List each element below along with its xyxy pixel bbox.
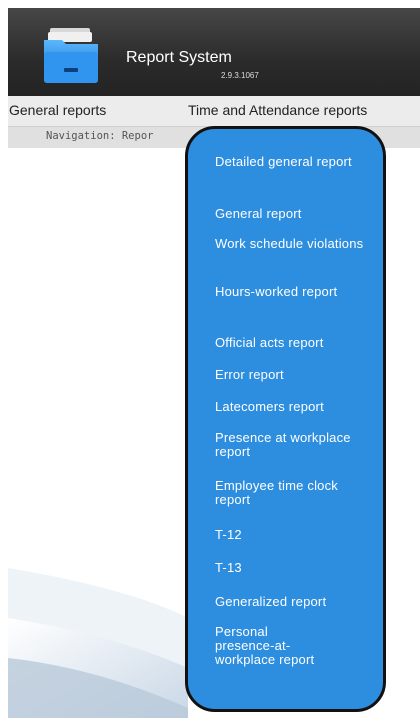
menu-option-t-12[interactable]: T-12 xyxy=(215,528,375,542)
menu-option-detailed-general-report[interactable]: Detailed general report xyxy=(215,155,375,169)
menu-option-personal-presence-at-workplace-report[interactable]: Personal presence-at-workplace report xyxy=(215,625,315,667)
app-header: Report System 2.9.3.1067 xyxy=(8,8,420,96)
menu-item-time-attendance-reports[interactable]: Time and Attendance reports xyxy=(188,102,367,118)
app-version: 2.9.3.1067 xyxy=(221,71,259,80)
menu-option-work-schedule-violations[interactable]: Work schedule violations xyxy=(215,237,375,251)
time-attendance-dropdown-menu: Detailed general report General report W… xyxy=(185,126,386,712)
breadcrumb-text: Navigation: Repor xyxy=(46,130,154,142)
menu-option-general-report[interactable]: General report xyxy=(215,207,375,221)
menu-option-generalized-report[interactable]: Generalized report xyxy=(215,595,375,609)
app-title: Report System xyxy=(126,49,232,66)
menu-option-presence-at-workplace-report[interactable]: Presence at workplace report xyxy=(215,431,375,459)
menu-option-employee-time-clock-report[interactable]: Employee time clock report xyxy=(215,479,375,507)
main-menu: General reports Time and Attendance repo… xyxy=(8,96,420,127)
folder-icon xyxy=(42,26,100,84)
menu-option-t-13[interactable]: T-13 xyxy=(215,561,375,575)
menu-option-latecomers-report[interactable]: Latecomers report xyxy=(215,400,375,414)
menu-item-general-reports[interactable]: General reports xyxy=(9,102,106,118)
menu-option-error-report[interactable]: Error report xyxy=(215,368,375,382)
menu-option-hours-worked-report[interactable]: Hours-worked report xyxy=(215,285,375,299)
menu-option-official-acts-report[interactable]: Official acts report xyxy=(215,336,375,350)
